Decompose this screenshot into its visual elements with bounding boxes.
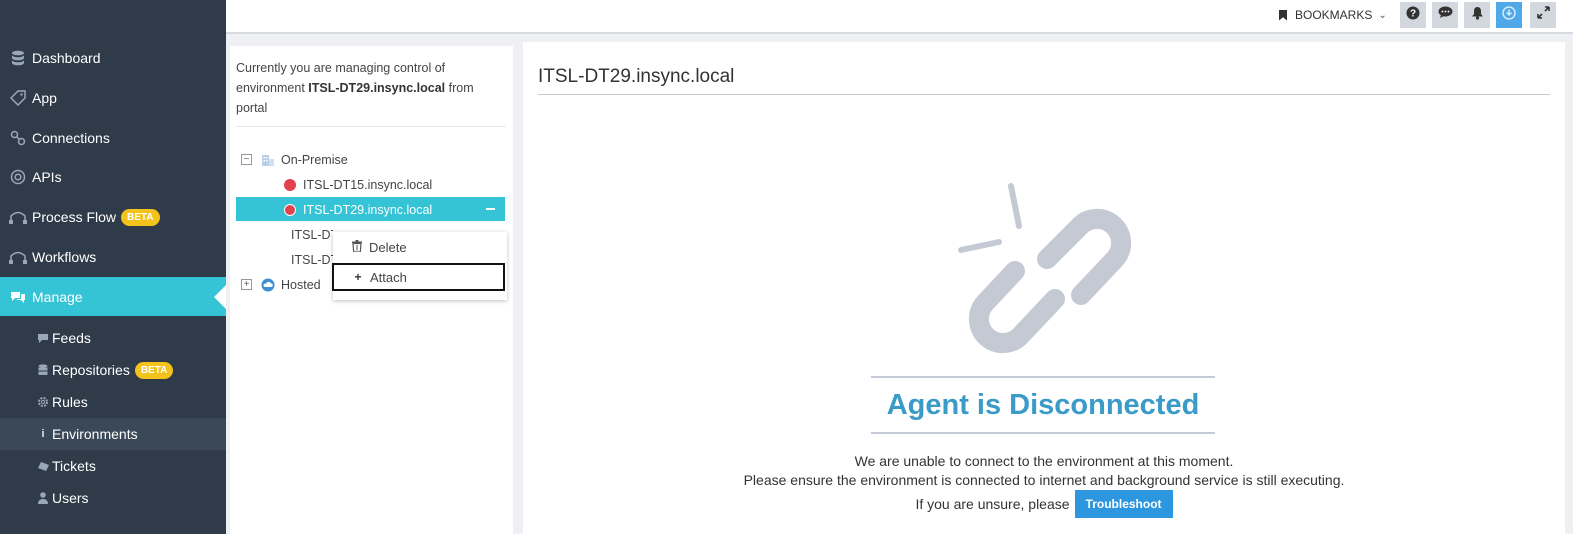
nav-label: Process Flow	[32, 209, 117, 225]
nav-app[interactable]: App	[0, 78, 226, 118]
status-title: Agent is Disconnected	[886, 388, 1200, 421]
flow-icon	[9, 208, 27, 226]
title-divider	[538, 94, 1550, 95]
info-icon: i	[41, 428, 45, 440]
status-message-prompt: If you are unsure, please	[915, 496, 1070, 512]
tree-item-label: ITSL-DT15.insync.local	[303, 177, 433, 192]
context-menu-label: Delete	[369, 239, 407, 255]
environment-detail-panel: ITSL-DT29.insync.local Agent is Disconne…	[523, 42, 1565, 534]
status-dot-icon	[284, 203, 296, 216]
nav-connections[interactable]: Connections	[0, 118, 226, 158]
subnav-rules[interactable]: Rules	[0, 386, 226, 418]
subnav-feeds[interactable]: Feeds	[0, 322, 226, 354]
tree-item-selected[interactable]: ITSL-DT29.insync.local	[236, 197, 505, 221]
database-icon	[36, 363, 50, 377]
subnav-label: Environments	[52, 426, 138, 442]
bell-icon	[1471, 6, 1484, 25]
status-banner: Agent is Disconnected	[871, 376, 1215, 434]
status-message-line3: If you are unsure, please Troubleshoot	[523, 490, 1565, 518]
user-icon	[36, 491, 50, 505]
database-icon	[9, 49, 27, 67]
status-message-line1: We are unable to connect to the environm…	[854, 453, 1234, 469]
notifications-button[interactable]	[1464, 2, 1490, 28]
subnav-environments[interactable]: i Environments	[0, 418, 226, 450]
plus-icon: +	[354, 270, 362, 284]
expand-toggle-icon[interactable]: +	[241, 279, 252, 290]
comment-icon	[36, 331, 50, 345]
tree-item-label: ITSL-DT30.insync.local	[291, 252, 333, 267]
gear-icon	[36, 395, 50, 409]
tree-item[interactable]: ITSL-DT15.insync.local	[284, 172, 432, 197]
svg-text:?: ?	[1410, 8, 1416, 19]
divider	[236, 126, 506, 127]
environment-title: ITSL-DT29.insync.local	[538, 66, 735, 87]
help-button[interactable]: ?	[1400, 2, 1426, 28]
help-icon: ?	[1406, 6, 1420, 25]
nav-label: Manage	[32, 288, 83, 305]
tree-node-hosted[interactable]: + Hosted	[241, 272, 333, 297]
top-bar: BOOKMARKS ⌄ ?	[226, 0, 1573, 34]
cloud-icon	[261, 278, 275, 292]
tree-item-inner: ITSL-DT29.insync.local	[284, 197, 432, 222]
bookmark-icon	[1279, 9, 1287, 21]
tree-item-label: ITSL-DT29.insync.local	[303, 202, 433, 217]
building-icon	[261, 153, 275, 167]
nav-manage[interactable]: Manage	[0, 277, 226, 316]
link-icon	[9, 129, 27, 147]
tag-icon	[9, 89, 27, 107]
nav-apis[interactable]: APIs	[0, 157, 226, 197]
nav-label: APIs	[32, 169, 62, 185]
tree-item[interactable]: ITSL-DT30.insync.local	[284, 247, 333, 272]
chat-icon	[1438, 6, 1453, 24]
context-menu-attach[interactable]: + Attach	[332, 263, 505, 291]
intro-env-name: ITSL-DT29.insync.local	[308, 81, 446, 95]
troubleshoot-button[interactable]: Troubleshoot	[1074, 490, 1173, 518]
collapse-toggle-icon[interactable]: −	[241, 154, 252, 165]
subnav-label: Repositories	[52, 362, 130, 378]
trash-icon	[351, 239, 363, 255]
beta-badge: BETA	[121, 208, 160, 226]
beta-badge: BETA	[134, 361, 174, 379]
subnav-users[interactable]: Users	[0, 482, 226, 514]
subnav-tickets[interactable]: Tickets	[0, 450, 226, 482]
context-menu-label: Attach	[370, 269, 407, 285]
subnav-repositories[interactable]: Repositories BETA	[0, 354, 226, 386]
remove-icon[interactable]	[486, 208, 495, 210]
subnav-label: Tickets	[52, 458, 96, 474]
ticket-icon	[36, 459, 50, 473]
subnav-label: Users	[52, 490, 89, 506]
nav-label: Workflows	[32, 249, 97, 265]
download-button[interactable]	[1496, 2, 1522, 28]
nav-process-flow[interactable]: Process Flow BETA	[0, 197, 226, 237]
nav-label: Connections	[32, 130, 110, 146]
broken-link-icon	[953, 182, 1153, 367]
lifebuoy-icon	[9, 168, 27, 186]
tree-item-label: ITSL-DT28.insync.local	[291, 227, 333, 242]
sidebar: Dashboard App Connections APIs Process F…	[0, 0, 226, 534]
status-message-line2: Please ensure the environment is connect…	[743, 472, 1345, 488]
bookmarks-label: BOOKMARKS	[1295, 8, 1373, 22]
intro-text: Currently you are managing control of en…	[236, 58, 506, 118]
tree-label: On-Premise	[281, 152, 348, 167]
nav-dashboard[interactable]: Dashboard	[0, 38, 226, 78]
nav-label: Dashboard	[32, 50, 101, 66]
nav-workflows[interactable]: Workflows	[0, 237, 226, 277]
tree-node-on-premise[interactable]: − On-Premise	[241, 147, 348, 172]
chat-button[interactable]	[1432, 2, 1458, 28]
comments-icon	[9, 288, 27, 306]
download-icon	[1502, 5, 1516, 25]
nav-label: App	[32, 90, 57, 106]
context-menu-delete[interactable]: Delete	[333, 233, 507, 261]
context-menu: Delete + Attach	[332, 232, 507, 300]
tree-label: Hosted	[281, 277, 321, 292]
status-dot-icon	[284, 178, 296, 191]
fullscreen-button[interactable]	[1530, 2, 1556, 28]
subnav-label: Feeds	[52, 330, 91, 346]
tree-item[interactable]: ITSL-DT28.insync.local	[284, 222, 333, 247]
workflow-icon	[9, 248, 27, 266]
chevron-down-icon: ⌄	[1378, 9, 1387, 21]
subnav-label: Rules	[52, 394, 88, 410]
expand-icon	[1536, 6, 1550, 24]
bookmarks-dropdown[interactable]: BOOKMARKS ⌄	[1279, 0, 1387, 30]
